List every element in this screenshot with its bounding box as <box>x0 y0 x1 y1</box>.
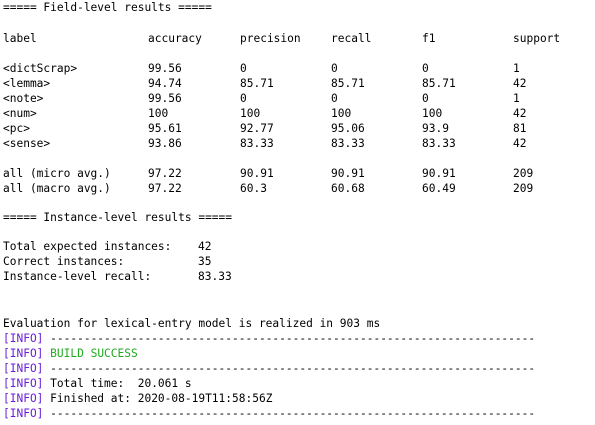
maven-info-line: [INFO] BUILD SUCCESS <box>3 346 138 361</box>
table-header-row: label accuracy precision recall f1 suppo… <box>0 31 595 46</box>
stat-value: 83.33 <box>198 270 232 283</box>
row-precision: 60.3 <box>240 182 267 195</box>
row-precision: 100 <box>240 107 261 120</box>
row-support: 42 <box>513 137 527 150</box>
column-header-label: label <box>3 32 37 45</box>
column-header-precision: precision <box>240 32 301 45</box>
separator-line: ----------------------------------------… <box>43 362 536 375</box>
row-label: <lemma> <box>3 77 51 90</box>
row-recall: 0 <box>331 92 338 105</box>
terminal-output: ===== Field-level results ===== label ac… <box>0 0 595 425</box>
row-f1: 90.91 <box>422 167 456 180</box>
row-precision: 0 <box>240 92 247 105</box>
info-tag: [INFO] <box>3 332 44 345</box>
info-tag: [INFO] <box>3 407 44 420</box>
row-precision: 0 <box>240 62 247 75</box>
row-support: 209 <box>513 167 534 180</box>
info-tag: [INFO] <box>3 392 44 405</box>
maven-info-line: [INFO] ---------------------------------… <box>3 361 535 376</box>
table-row: <num> 100 100 100 100 42 <box>0 106 595 121</box>
maven-info-line: [INFO] ---------------------------------… <box>3 331 535 346</box>
maven-info-line: [INFO] Total time: 20.061 s <box>3 376 192 391</box>
row-label: all (micro avg.) <box>3 167 111 180</box>
row-f1: 60.49 <box>422 182 456 195</box>
instance-stat-correct: Correct instances: 35 <box>0 254 595 269</box>
row-recall: 95.06 <box>331 122 365 135</box>
row-support: 1 <box>513 92 520 105</box>
row-support: 42 <box>513 107 527 120</box>
row-accuracy: 94.74 <box>148 77 182 90</box>
row-f1: 0 <box>422 62 429 75</box>
table-row: <dictScrap> 99.56 0 0 0 1 <box>0 61 595 76</box>
row-precision: 83.33 <box>240 137 274 150</box>
row-label: <num> <box>3 107 37 120</box>
row-recall: 83.33 <box>331 137 365 150</box>
row-label: <pc> <box>3 122 30 135</box>
table-row: <lemma> 94.74 85.71 85.71 85.71 42 <box>0 76 595 91</box>
separator-line: ----------------------------------------… <box>43 407 536 420</box>
total-time: Total time: 20.061 s <box>43 377 192 390</box>
table-row: <note> 99.56 0 0 0 1 <box>0 91 595 106</box>
column-header-accuracy: accuracy <box>148 32 202 45</box>
row-f1: 100 <box>422 107 443 120</box>
row-f1: 83.33 <box>422 137 456 150</box>
evaluation-summary: Evaluation for lexical-entry model is re… <box>3 317 381 330</box>
average-row-macro: all (macro avg.) 97.22 60.3 60.68 60.49 … <box>0 181 595 196</box>
row-precision: 85.71 <box>240 77 274 90</box>
row-recall: 100 <box>331 107 352 120</box>
row-precision: 90.91 <box>240 167 274 180</box>
row-f1: 0 <box>422 92 429 105</box>
stat-label: Total expected instances: <box>3 240 172 253</box>
table-row: <pc> 95.61 92.77 95.06 93.9 81 <box>0 121 595 136</box>
row-accuracy: 99.56 <box>148 92 182 105</box>
row-label: <note> <box>3 92 44 105</box>
row-accuracy: 97.22 <box>148 167 182 180</box>
row-label: <dictScrap> <box>3 62 78 75</box>
column-header-recall: recall <box>331 32 372 45</box>
instance-stat-recall: Instance-level recall: 83.33 <box>0 269 595 284</box>
row-f1: 93.9 <box>422 122 449 135</box>
stat-label: Correct instances: <box>3 255 125 268</box>
row-label: all (macro avg.) <box>3 182 111 195</box>
row-label: <sense> <box>3 137 51 150</box>
stat-label: Instance-level recall: <box>3 270 152 283</box>
instance-stat-total: Total expected instances: 42 <box>0 239 595 254</box>
row-support: 1 <box>513 62 520 75</box>
maven-info-line: [INFO] ---------------------------------… <box>3 406 535 421</box>
row-recall: 0 <box>331 62 338 75</box>
info-tag: [INFO] <box>3 347 44 360</box>
table-row: <sense> 93.86 83.33 83.33 83.33 42 <box>0 136 595 151</box>
row-precision: 92.77 <box>240 122 274 135</box>
info-tag: [INFO] <box>3 362 44 375</box>
separator-line: ----------------------------------------… <box>43 332 536 345</box>
row-accuracy: 97.22 <box>148 182 182 195</box>
row-recall: 90.91 <box>331 167 365 180</box>
field-level-header: ===== Field-level results ===== <box>3 1 212 14</box>
row-support: 81 <box>513 122 527 135</box>
row-accuracy: 95.61 <box>148 122 182 135</box>
instance-level-header: ===== Instance-level results ===== <box>3 211 233 224</box>
row-recall: 85.71 <box>331 77 365 90</box>
row-accuracy: 93.86 <box>148 137 182 150</box>
row-accuracy: 100 <box>148 107 169 120</box>
maven-info-line: [INFO] Finished at: 2020-08-19T11:58:56Z <box>3 391 272 406</box>
row-support: 209 <box>513 182 534 195</box>
row-f1: 85.71 <box>422 77 456 90</box>
row-support: 42 <box>513 77 527 90</box>
average-row-micro: all (micro avg.) 97.22 90.91 90.91 90.91… <box>0 166 595 181</box>
column-header-support: support <box>513 32 561 45</box>
build-success-status: BUILD SUCCESS <box>50 347 138 360</box>
stat-value: 42 <box>198 240 212 253</box>
row-accuracy: 99.56 <box>148 62 182 75</box>
row-recall: 60.68 <box>331 182 365 195</box>
column-header-f1: f1 <box>422 32 436 45</box>
info-tag: [INFO] <box>3 377 44 390</box>
finished-at: Finished at: 2020-08-19T11:58:56Z <box>43 392 273 405</box>
stat-value: 35 <box>198 255 212 268</box>
